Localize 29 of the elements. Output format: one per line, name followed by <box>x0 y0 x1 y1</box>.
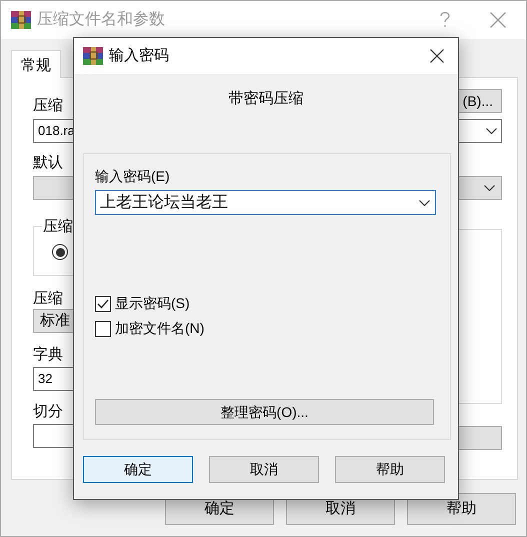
help-icon[interactable] <box>440 12 450 28</box>
checkbox[interactable] <box>95 320 111 336</box>
manage-passwords-button[interactable]: 整理密码(O)... <box>95 399 434 425</box>
checkbox[interactable] <box>95 296 111 312</box>
password-field[interactable]: 上老王论坛当老王 <box>95 190 436 215</box>
dialog-button[interactable]: 帮助 <box>407 493 516 525</box>
field-label: 默认 <box>33 153 63 172</box>
window-title: 压缩文件名和参数 <box>37 10 165 30</box>
field-label: 压缩 <box>33 96 63 115</box>
dialog-title: 输入密码 <box>109 46 169 66</box>
checkbox-label: 加密文件名(N) <box>115 320 204 337</box>
dialog-button[interactable]: 帮助 <box>335 456 445 483</box>
archive-books-icon <box>11 11 31 29</box>
chevron-down-icon <box>419 200 430 206</box>
chevron-down-icon <box>486 128 497 134</box>
close-icon[interactable] <box>430 49 444 63</box>
field-label: 输入密码(E) <box>95 167 170 185</box>
field-label: 切分 <box>33 402 63 421</box>
dialog-heading: 带密码压缩 <box>228 89 304 109</box>
archive-books-icon <box>83 47 103 65</box>
tab[interactable]: 常规 <box>11 50 61 78</box>
radio-button[interactable] <box>52 244 68 260</box>
dialog-button[interactable]: 取消 <box>209 456 319 483</box>
group-label: 压缩 <box>42 217 74 236</box>
field-label: 字典 <box>33 345 63 364</box>
field-label: 压缩 <box>33 289 63 308</box>
chevron-down-icon <box>484 185 495 191</box>
dialog-button[interactable]: 确定 <box>83 456 193 483</box>
checkbox-label: 显示密码(S) <box>115 295 190 312</box>
